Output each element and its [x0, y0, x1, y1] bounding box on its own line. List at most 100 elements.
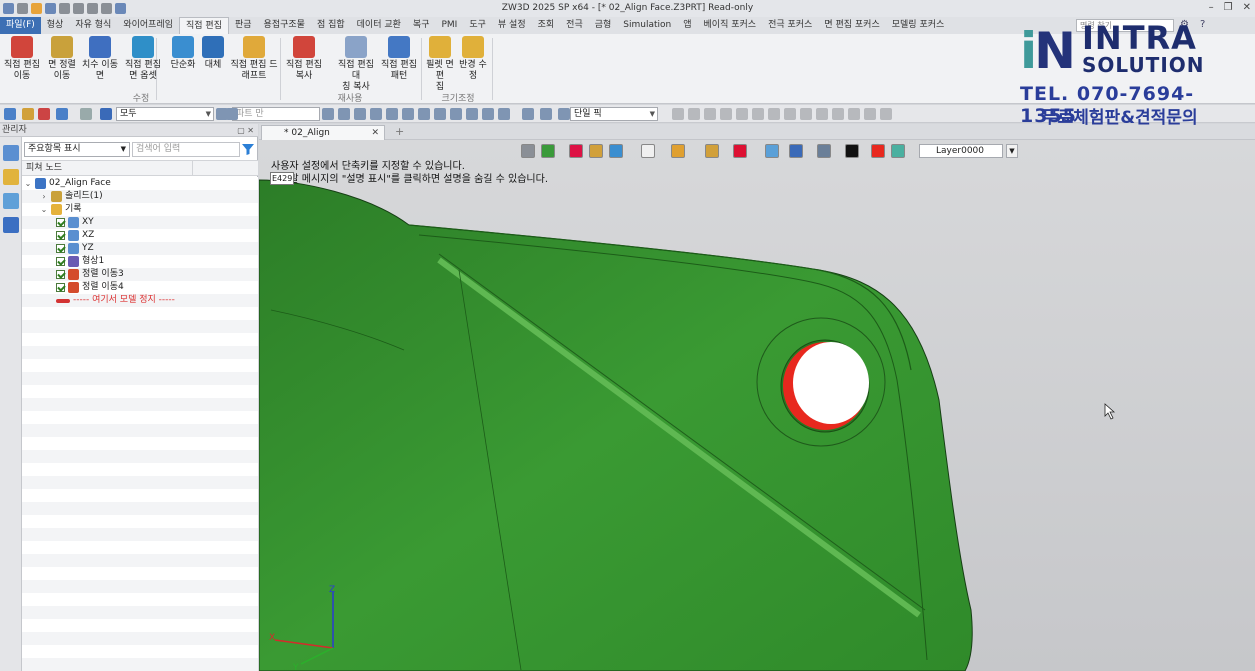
tree-row[interactable]: ⌄ 02_Align Face	[24, 177, 111, 190]
ribbon-button-1[interactable]: 면 정렬 이동	[44, 36, 80, 82]
3d-viewport[interactable]: X Y Z Layer0000 ▼ 사용자 설정에서 단축키를 지정할 수 있습…	[259, 140, 1255, 671]
ribbon-button-4[interactable]: 단순화	[166, 36, 200, 71]
collapse-icon[interactable]: ⌄	[24, 177, 32, 190]
tab-20[interactable]: 모델링 포커스	[886, 17, 951, 34]
view-tool-icon[interactable]	[789, 144, 803, 158]
save-all-icon[interactable]	[59, 3, 70, 14]
user-manager-icon[interactable]	[3, 217, 19, 233]
toolbar-tool-icon[interactable]	[418, 108, 430, 120]
toolbar-tool-icon[interactable]	[736, 108, 748, 120]
print-icon[interactable]	[73, 3, 84, 14]
toolbar-tool-icon[interactable]	[56, 108, 68, 120]
view-tool-icon[interactable]	[765, 144, 779, 158]
part-body[interactable]	[259, 179, 973, 671]
tab-15[interactable]: Simulation	[617, 17, 677, 34]
toolbar-tool-icon[interactable]	[450, 108, 462, 120]
panel-close-icon[interactable]: ▢ ✕	[237, 124, 254, 137]
tree-row[interactable]: › 솔리드(1)	[40, 190, 103, 203]
ribbon-button-6[interactable]: 직접 편집 드 래프트	[228, 36, 280, 82]
view-tool-icon[interactable]	[589, 144, 603, 158]
toolbar-tool-icon[interactable]	[864, 108, 876, 120]
tab-19[interactable]: 면 편집 포커스	[818, 17, 885, 34]
toolbar-tool-icon[interactable]	[832, 108, 844, 120]
toolbar-tool-icon[interactable]	[880, 108, 892, 120]
tree-row[interactable]: XZ	[56, 229, 94, 242]
toolbar-tool-icon[interactable]	[522, 108, 534, 120]
tab-1[interactable]: 자유 형식	[69, 17, 117, 34]
maximize-button[interactable]: ❐	[1224, 2, 1233, 13]
ribbon-button-9[interactable]: 직접 편집 패턴	[378, 36, 420, 82]
toolbar-tool-icon[interactable]	[386, 108, 398, 120]
toolbar-tool-icon[interactable]	[38, 108, 50, 120]
visibility-checkbox[interactable]	[56, 244, 65, 253]
tab-0[interactable]: 형상	[41, 17, 70, 34]
view-tool-icon[interactable]	[521, 144, 535, 158]
chevron-down-icon[interactable]: ▼	[1006, 144, 1018, 158]
toolbar-tool-icon[interactable]	[816, 108, 828, 120]
view-tool-icon[interactable]	[569, 144, 583, 158]
filter-combo[interactable]: 모두 ▼	[116, 107, 214, 121]
toolbar-tool-icon[interactable]	[80, 108, 92, 120]
tab-3[interactable]: 직접 편집	[179, 17, 229, 34]
tab-13[interactable]: 전극	[560, 17, 589, 34]
visibility-checkbox[interactable]	[56, 283, 65, 292]
tab-2[interactable]: 와이어프레임	[117, 17, 179, 34]
open-folder-icon[interactable]	[31, 3, 42, 14]
tab-4[interactable]: 판금	[229, 17, 258, 34]
tree-row[interactable]: ----- 여기서 모델 정지 -----	[56, 294, 175, 307]
view-tool-icon[interactable]	[541, 144, 555, 158]
add-tab-icon[interactable]: +	[395, 125, 404, 138]
toolbar-tool-icon[interactable]	[338, 108, 350, 120]
close-tab-icon[interactable]: ✕	[371, 126, 379, 140]
ribbon-button-7[interactable]: 직접 편집 복사	[283, 36, 325, 82]
tab-7[interactable]: 데이터 교환	[351, 17, 407, 34]
part-filter-combo[interactable]: 파트 만	[232, 107, 320, 121]
toolbar-tool-icon[interactable]	[370, 108, 382, 120]
tree-row[interactable]: YZ	[56, 242, 94, 255]
view-manager-icon[interactable]	[3, 193, 19, 209]
history-manager-icon[interactable]	[3, 145, 19, 161]
view-tool-icon[interactable]	[845, 144, 859, 158]
pick-mode-combo[interactable]: 단일 픽 ▼	[570, 107, 658, 121]
toolbar-tool-icon[interactable]	[848, 108, 860, 120]
toolbar-tool-icon[interactable]	[100, 108, 112, 120]
app-logo-icon[interactable]	[3, 3, 14, 14]
tree-row[interactable]: XY	[56, 216, 94, 229]
toolbar-tool-icon[interactable]	[704, 108, 716, 120]
tab-14[interactable]: 금형	[589, 17, 618, 34]
ribbon-button-5[interactable]: 대체	[202, 36, 224, 71]
column-divider[interactable]	[192, 161, 193, 176]
toolbar-tool-icon[interactable]	[800, 108, 812, 120]
view-tool-icon[interactable]	[733, 144, 747, 158]
ribbon-button-2[interactable]: 치수 이동 면	[80, 36, 120, 82]
toolbar-tool-icon[interactable]	[482, 108, 494, 120]
view-tool-icon[interactable]	[671, 144, 685, 158]
visibility-checkbox[interactable]	[56, 231, 65, 240]
ribbon-button-8[interactable]: 직접 편집 대칭 복사	[336, 36, 376, 93]
tab-6[interactable]: 점 집합	[311, 17, 351, 34]
document-tab[interactable]: * 02_Align Face.Z3PRT ✕	[261, 125, 385, 152]
toolbar-tool-icon[interactable]	[4, 108, 16, 120]
new-file-icon[interactable]	[17, 3, 28, 14]
ribbon-button-11[interactable]: 반경 수정	[458, 36, 488, 82]
tab-18[interactable]: 전극 포커스	[762, 17, 818, 34]
tree-row[interactable]: 정렬 이동3	[56, 268, 124, 281]
settings-icon[interactable]	[115, 3, 126, 14]
visibility-checkbox[interactable]	[56, 257, 65, 266]
view-tool-icon[interactable]	[871, 144, 885, 158]
view-tool-icon[interactable]	[609, 144, 623, 158]
tab-9[interactable]: PMI	[435, 17, 463, 34]
filter-icon[interactable]	[241, 142, 255, 156]
display-mode-combo[interactable]: 주요항목 표시 ▼	[24, 142, 130, 157]
minimize-button[interactable]: –	[1209, 2, 1214, 13]
toolbar-tool-icon[interactable]	[434, 108, 446, 120]
toolbar-tool-icon[interactable]	[720, 108, 732, 120]
toolbar-tool-icon[interactable]	[354, 108, 366, 120]
tab-17[interactable]: 베이직 포커스	[698, 17, 763, 34]
toolbar-tool-icon[interactable]	[498, 108, 510, 120]
toolbar-tool-icon[interactable]	[540, 108, 552, 120]
toolbar-tool-icon[interactable]	[322, 108, 334, 120]
view-tool-icon[interactable]	[891, 144, 905, 158]
toolbar-tool-icon[interactable]	[22, 108, 34, 120]
toolbar-tool-icon[interactable]	[784, 108, 796, 120]
